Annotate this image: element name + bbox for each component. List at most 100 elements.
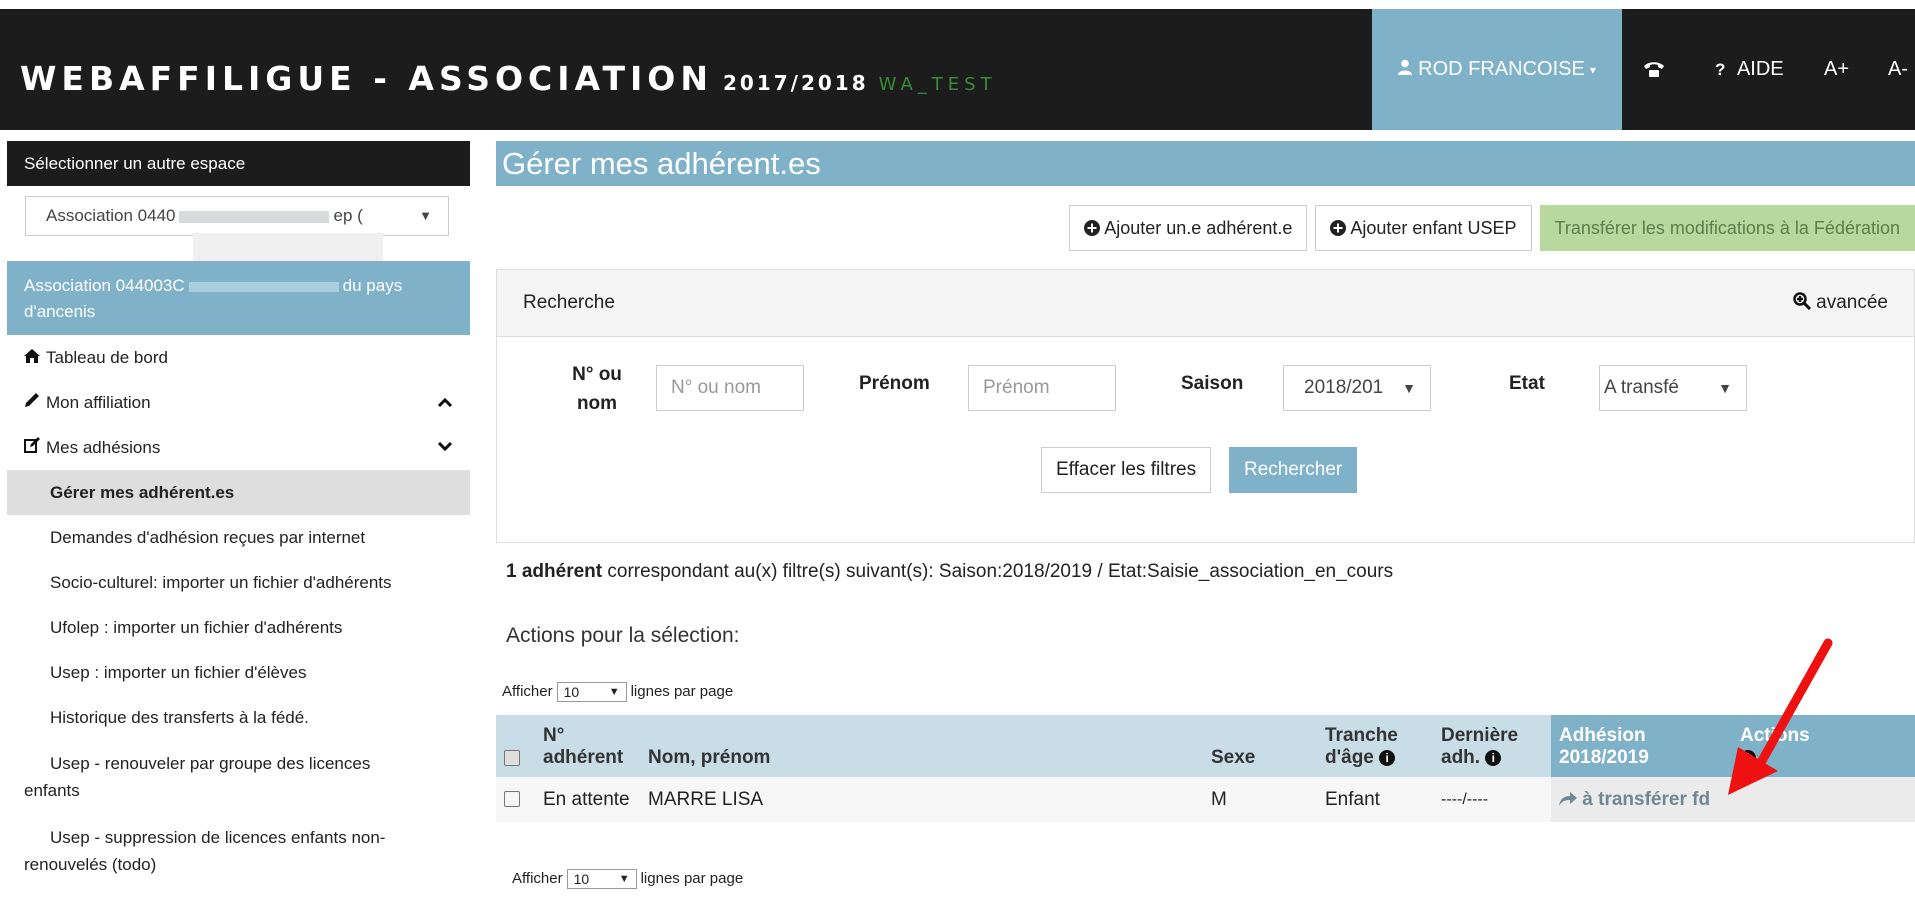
brand-title: WEBAFFILIGUE - ASSOCIATION [20,59,713,98]
col-sex[interactable]: Sexe [1203,715,1317,777]
col-age[interactable]: Tranche d'âge i [1317,715,1433,777]
col-adh-line1: Adhésion [1559,725,1646,746]
user-menu-button[interactable]: ROD FRANCOISE ▾ [1372,9,1622,130]
row-checkbox[interactable] [504,791,520,808]
caret-down-icon: ▼ [1718,380,1732,396]
per-page-select[interactable]: 10 ▼ [556,682,627,702]
col-last-line2: adh. [1441,747,1481,768]
col-last-line1: Dernière [1441,725,1519,746]
col-name[interactable]: Nom, prénom [640,715,1203,777]
col-num-line2: adhérent [543,747,624,768]
menu-historique[interactable]: Historique des transferts à la fédé. [7,695,470,740]
advanced-search-label: avancée [1816,292,1888,313]
state-select-value: A transfé [1604,377,1679,398]
state-select[interactable]: A transfé ▼ [1599,365,1747,411]
menu-socio-import[interactable]: Socio-culturel: importer un fichier d'ad… [7,560,470,605]
current-association: Association 044003C du pays d'ancenis [7,261,470,335]
firstname-input[interactable]: Prénom [968,365,1116,411]
space-select-start: Association 0440 [46,206,176,225]
edit-box-icon [24,426,46,471]
action-buttons: Ajouter un.e adhérent.e Ajouter enfant U… [1061,205,1915,251]
transfer-federation-button[interactable]: Transférer les modifications à la Fédéra… [1539,205,1915,251]
caret-down-icon: ▾ [1589,62,1596,77]
selection-actions-label: Actions pour la sélection: [506,624,740,647]
col-age-line2: d'âge [1325,747,1374,768]
plus-circle-icon [1084,218,1104,238]
env-label: WA_TEST [878,74,997,95]
add-child-label: Ajouter enfant USEP [1350,218,1517,238]
col-last-adh[interactable]: Dernière adh. i [1433,715,1551,777]
per-page-value: 10 [563,684,580,700]
per-page-after: lignes par page [630,682,734,700]
num-name-label-line1: N° ou [572,364,622,385]
font-decrease-button[interactable]: A- [1888,58,1908,81]
phone-button[interactable] [1643,60,1665,84]
app-brand: WEBAFFILIGUE - ASSOCIATION 2017/2018 WA_TE… [20,59,997,98]
col-adh-line2: 2018/2019 [1559,747,1649,768]
space-select[interactable]: Association 0440 ep ( ▼ [25,196,449,236]
red-arrow-annotation [1728,638,1833,795]
menu-adhesions[interactable]: Mes adhésions [7,425,470,470]
font-increase-button[interactable]: A+ [1824,58,1849,81]
firstname-label: Prénom [859,373,930,394]
zoom-in-icon [1793,292,1816,313]
redacted-text [188,281,339,292]
col-num[interactable]: N° adhérent [535,715,640,777]
season-select[interactable]: 2018/201 ▼ [1283,365,1431,411]
season-select-value: 2018/201 [1304,377,1384,398]
menu-demandes[interactable]: Demandes d'adhésion reçues par internet [7,515,470,560]
menu-usep-delete[interactable]: Usep - suppression de licences enfants n… [7,814,470,888]
results-filters: correspondant au(x) filtre(s) suivant(s)… [602,561,1394,582]
clear-filters-button[interactable]: Effacer les filtres [1041,447,1212,493]
select-all-checkbox[interactable] [504,749,520,766]
add-child-button[interactable]: Ajouter enfant USEP [1315,205,1532,251]
per-page-before: Afficher [502,682,553,700]
pencil-icon [24,381,46,426]
home-icon [24,336,46,381]
info-icon[interactable]: i [1485,749,1502,766]
members-table: N° adhérent Nom, prénom Sexe Tranche d'â… [496,715,1915,822]
num-name-label: N° ou nom [557,360,637,418]
per-page-select[interactable]: 10 ▼ [566,869,637,889]
add-member-button[interactable]: Ajouter un.e adhérent.e [1069,205,1308,251]
results-count: 1 adhérent [506,561,603,582]
chevron-down-icon [437,425,453,470]
row-last-adh: ----/---- [1433,777,1551,822]
state-label: Etat [1509,373,1545,394]
plus-circle-icon [1330,218,1350,238]
menu-usep-renew-line2: enfants [24,781,80,800]
phone-icon [1643,61,1665,83]
row-name[interactable]: MARRE LISA [640,777,1203,822]
help-button[interactable]: ? AIDE [1715,58,1784,81]
app-header: WEBAFFILIGUE - ASSOCIATION 2017/2018 WA_TE… [0,9,1915,130]
table-row: En attente MARRE LISA M Enfant ----/----… [496,777,1915,822]
num-name-input[interactable]: N° ou nom [656,365,804,411]
row-select-cell [496,777,535,822]
menu-affiliation[interactable]: Mon affiliation [7,380,470,425]
col-num-line1: N° [543,725,565,746]
season-label: Saison [1181,373,1244,394]
search-button[interactable]: Rechercher [1229,447,1358,493]
assoc-name-start: Association 044003C [24,276,185,295]
sidebar-menu: Tableau de bord Mon affiliation Mes adhé… [7,335,470,888]
main-content: Gérer mes adhérent.es Ajouter un.e adhér… [496,141,1915,889]
menu-ufolep-import[interactable]: Ufolep : importer un fichier d'adhérents [7,605,470,650]
info-icon[interactable]: i [1379,749,1396,766]
advanced-search-link[interactable]: avancée [1793,292,1888,314]
menu-usep-import[interactable]: Usep : importer un fichier d'élèves [7,650,470,695]
menu-usep-renew[interactable]: Usep - renouveler par groupe des licence… [7,740,470,814]
row-age: Enfant [1317,777,1433,822]
per-page-after: lignes par page [640,869,744,887]
space-selector-label: Sélectionner un autre espace [7,141,470,186]
add-member-label: Ajouter un.e adhérent.e [1104,218,1293,238]
search-panel-header: Recherche avancée [497,270,1914,337]
sidebar: Sélectionner un autre espace Association… [7,141,470,874]
search-panel: Recherche avancée N° ou nom N° ou nom Pr… [496,269,1915,543]
menu-gerer-adherents[interactable]: Gérer mes adhérent.es [7,470,470,515]
menu-dashboard[interactable]: Tableau de bord [7,335,470,380]
menu-adhesions-label: Mes adhésions [46,438,161,457]
help-label: AIDE [1736,58,1784,80]
transfer-status-link[interactable]: à transférer fd [1559,789,1710,810]
col-adhesion[interactable]: Adhésion 2018/2019 [1551,715,1732,777]
top-band [0,0,1915,9]
